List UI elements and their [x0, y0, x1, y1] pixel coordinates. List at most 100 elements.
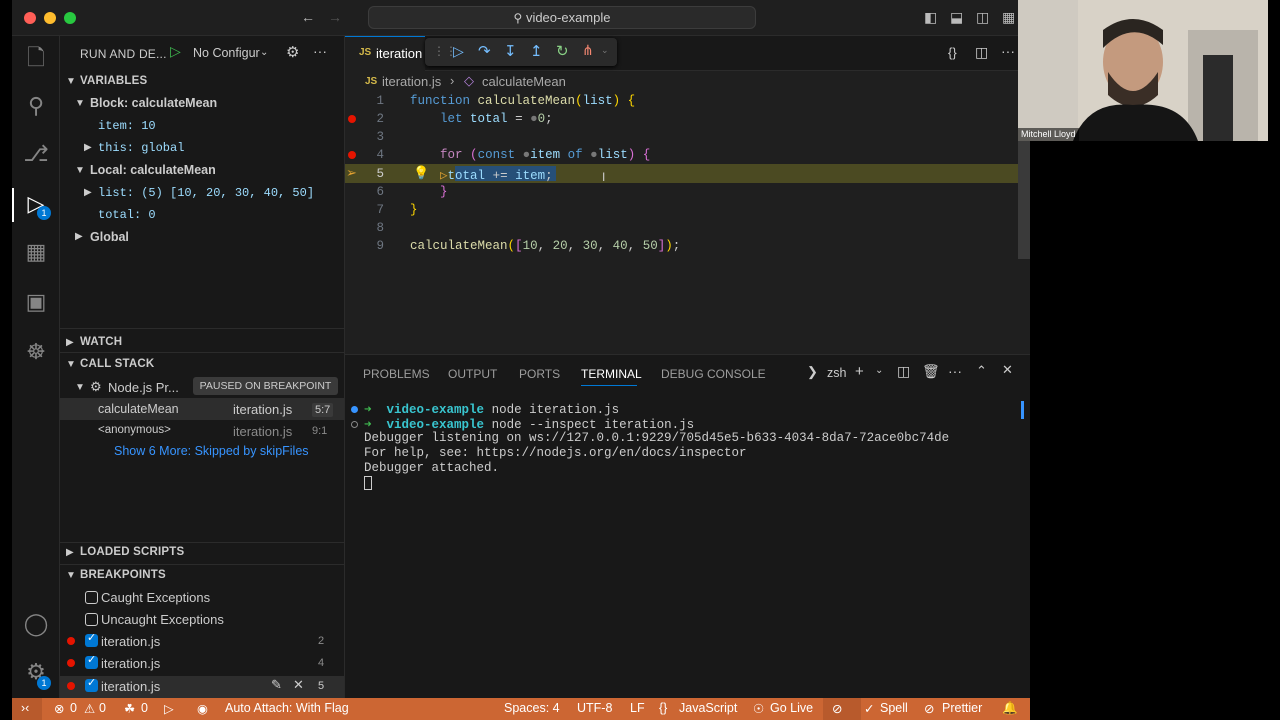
account-icon[interactable]: ◯	[22, 610, 50, 638]
bell-icon[interactable]: 🔔	[1002, 701, 1018, 716]
variable-list[interactable]: list: (5) [10, 20, 30, 40, 50]	[98, 186, 314, 200]
terminal-cursor[interactable]	[364, 476, 372, 490]
terminal-shell-label[interactable]: zsh	[827, 366, 846, 380]
error-count[interactable]: 0	[70, 701, 77, 715]
go-live-button[interactable]: Go Live	[770, 701, 813, 715]
editor-scrollbar[interactable]	[1018, 141, 1030, 259]
trash-icon[interactable]: 🗑	[922, 363, 940, 380]
breakpoint-file[interactable]: iteration.js	[101, 634, 160, 649]
warning-count[interactable]: 0	[99, 701, 106, 715]
edit-pencil-icon[interactable]: ✎	[271, 677, 282, 693]
search-icon[interactable]: ⚲	[22, 92, 50, 120]
uncaught-exceptions-checkbox[interactable]	[85, 613, 98, 626]
indentation-status[interactable]: Spaces: 4	[504, 701, 560, 715]
customize-layout-icon[interactable]: ▦	[1002, 9, 1015, 26]
chevron-right-icon[interactable]: ▶	[75, 231, 83, 242]
prettier-status[interactable]: Prettier	[942, 701, 982, 715]
ports-count[interactable]: 0	[141, 701, 148, 715]
ports-icon[interactable]: ☘	[124, 701, 135, 716]
stack-frame-name[interactable]: calculateMean	[98, 402, 179, 416]
start-debug-icon[interactable]: ▷	[170, 43, 181, 60]
loaded-scripts-header[interactable]: LOADED SCRIPTS	[80, 546, 184, 558]
step-into-icon[interactable]: ↧	[504, 42, 517, 60]
close-panel-icon[interactable]: ✕	[1002, 362, 1013, 378]
toggle-secondary-sidebar-icon[interactable]: ◫	[976, 9, 989, 26]
caught-exceptions-checkbox[interactable]	[85, 591, 98, 604]
code-line[interactable]: function calculateMean(list) {	[410, 94, 635, 108]
chevron-down-icon[interactable]: ⌄	[875, 365, 883, 376]
variable-item[interactable]: item: 10	[98, 119, 156, 133]
debug-config-select[interactable]: No Configur	[193, 46, 260, 60]
more-actions-icon[interactable]: ···	[313, 43, 327, 59]
process-name[interactable]: Node.js Pr...	[108, 380, 179, 395]
eol-status[interactable]: LF	[630, 701, 645, 715]
code-line[interactable]: }	[410, 203, 418, 217]
remove-x-icon[interactable]: ✕	[293, 677, 304, 693]
tab-problems[interactable]: PROBLEMS	[363, 367, 430, 381]
no-bell-icon[interactable]: ⊘	[832, 701, 842, 716]
chevron-down-icon[interactable]: ⌄	[601, 45, 609, 56]
explorer-icon[interactable]: 🗋	[22, 44, 50, 72]
braces-icon[interactable]: {}	[948, 45, 957, 60]
gear-icon[interactable]: ⚙	[286, 43, 299, 61]
docker-icon[interactable]: ☸	[22, 338, 50, 366]
maximize-window-button[interactable]	[64, 12, 76, 24]
close-window-button[interactable]	[24, 12, 36, 24]
chevron-right-icon[interactable]: ▶	[66, 547, 74, 558]
spell-check[interactable]: Spell	[880, 701, 908, 715]
chevron-right-icon[interactable]: ▶	[84, 187, 92, 198]
global-scope[interactable]: Global	[90, 230, 129, 244]
editor-tab-label[interactable]: iteration	[376, 46, 422, 61]
warning-icon[interactable]: ⚠	[84, 701, 95, 716]
more-actions-icon[interactable]: ···	[948, 363, 962, 379]
show-more-link[interactable]: Show 6 More: Skipped by skipFiles	[114, 444, 309, 458]
code-line[interactable]: }	[410, 185, 448, 199]
add-terminal-icon[interactable]: +	[855, 363, 864, 380]
step-out-icon[interactable]: ↥	[530, 42, 543, 60]
chevron-down-icon[interactable]: ▼	[66, 570, 76, 581]
debug-icon[interactable]: ▷	[164, 701, 174, 716]
chevron-down-icon[interactable]: ▼	[66, 359, 76, 370]
breadcrumb-symbol[interactable]: calculateMean	[482, 74, 566, 89]
code-line[interactable]: for (const ●item of ●list) {	[410, 148, 650, 162]
remote-explorer-icon[interactable]: ▣	[22, 288, 50, 316]
minimize-window-button[interactable]	[44, 12, 56, 24]
tab-terminal[interactable]: TERMINAL	[581, 367, 642, 381]
stack-frame-name[interactable]: <anonymous>	[98, 424, 171, 436]
terminal-scrollbar[interactable]	[1021, 401, 1024, 419]
chevron-down-icon[interactable]: ⌄	[260, 47, 268, 58]
encoding-status[interactable]: UTF-8	[577, 701, 612, 715]
tab-debug-console[interactable]: DEBUG CONSOLE	[661, 367, 766, 381]
toggle-sidebar-icon[interactable]: ◧	[924, 9, 937, 26]
language-mode[interactable]: JavaScript	[679, 701, 737, 715]
tab-ports[interactable]: PORTS	[519, 367, 560, 381]
chevron-down-icon[interactable]: ▼	[75, 98, 85, 109]
step-over-icon[interactable]: ↷	[478, 42, 491, 60]
variable-this[interactable]: this: global	[98, 141, 184, 155]
chevron-right-icon[interactable]: ▶	[66, 337, 74, 348]
code-line[interactable]: calculateMean([10, 20, 30, 40, 50]);	[410, 239, 680, 253]
extensions-icon[interactable]: ▦	[22, 238, 50, 266]
auto-attach-status[interactable]: Auto Attach: With Flag	[225, 701, 349, 715]
code-line[interactable]: ▷total += item;	[410, 167, 553, 183]
toggle-panel-icon[interactable]: ⬓	[950, 9, 963, 26]
maximize-panel-icon[interactable]: ⌃	[976, 363, 987, 379]
restart-icon[interactable]: ↻	[556, 42, 569, 60]
breadcrumb-file[interactable]: iteration.js	[382, 74, 441, 89]
split-terminal-icon[interactable]: ◫	[897, 363, 910, 380]
breakpoint-file[interactable]: iteration.js	[101, 656, 160, 671]
local-scope[interactable]: Local: calculateMean	[90, 163, 216, 177]
chevron-down-icon[interactable]: ▼	[66, 76, 76, 87]
variable-total[interactable]: total: 0	[98, 208, 156, 222]
variables-header[interactable]: VARIABLES	[80, 75, 147, 87]
command-center[interactable]: ⚲ video-example	[368, 6, 756, 29]
chevron-right-icon[interactable]: ▶	[84, 142, 92, 153]
breakpoints-header[interactable]: BREAKPOINTS	[80, 569, 166, 581]
split-editor-icon[interactable]: ◫	[975, 44, 988, 61]
chevron-down-icon[interactable]: ▼	[75, 165, 85, 176]
code-line[interactable]: let total = ●0;	[410, 112, 553, 126]
chevron-down-icon[interactable]: ▼	[75, 382, 85, 393]
forward-arrow-icon[interactable]: →	[328, 9, 342, 25]
error-icon[interactable]: ⊗	[54, 701, 64, 716]
disconnect-icon[interactable]: ⋔	[582, 42, 594, 59]
